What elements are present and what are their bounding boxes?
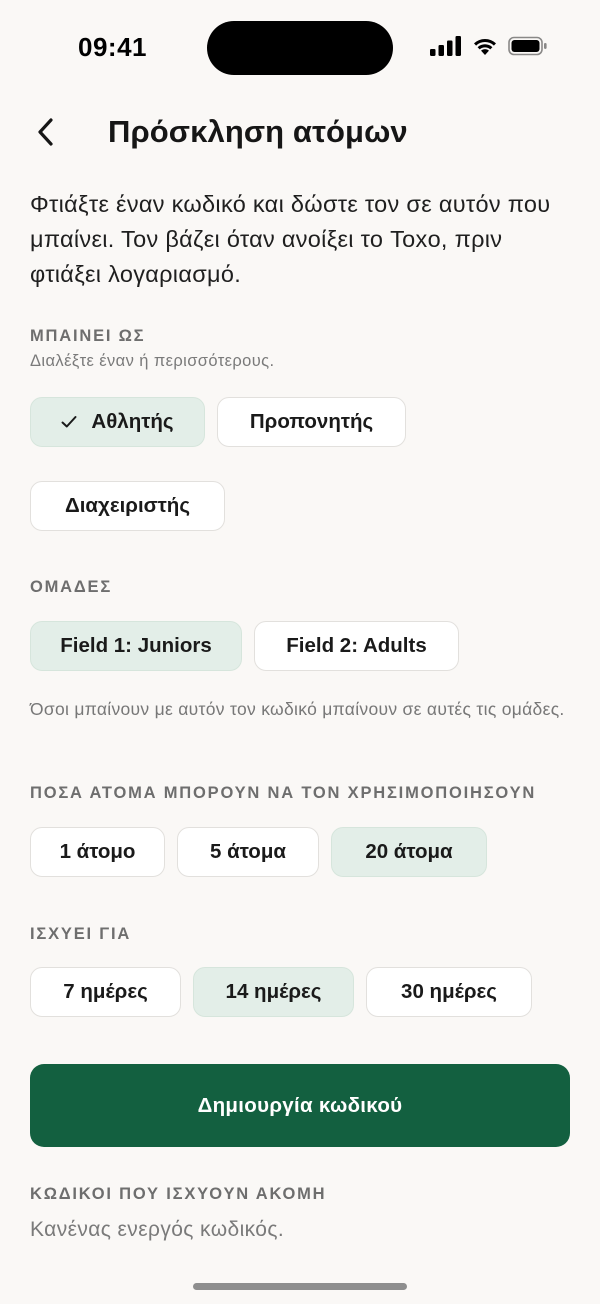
uses-chip-label: 5 άτομα [210,840,286,863]
battery-icon [508,36,548,61]
uses-chip-1[interactable]: 1 άτομο [30,827,165,877]
invite-screen: 09:41 Πρόσκληση ατόμων Φτιάξτε έναν κωδι… [0,0,600,1304]
uses-chip-label: 1 άτομο [59,840,136,863]
uses-chip-label: 20 άτομα [365,840,453,863]
roles-hint: Διαλέξτε έναν ή περισσότερους. [30,352,275,370]
role-chip-admin[interactable]: Διαχειριστής [30,481,225,531]
team-chip-label: Field 1: Juniors [60,634,212,657]
team-chip-adults[interactable]: Field 2: Adults [254,621,459,671]
validity-chip-label: 14 ημέρες [225,980,322,1003]
create-code-button-label: Δημιουργία κωδικού [197,1093,403,1117]
team-chip-label: Field 2: Adults [286,634,427,657]
role-chip-label: Διαχειριστής [65,494,190,517]
active-codes-label: ΚΩΔΙΚΟΙ ΠΟΥ ΙΣΧΥΟΥΝ ΑΚΟΜΗ [30,1185,327,1203]
teams-note: Όσοι μπαίνουν με αυτόν τον κωδικό μπαίνο… [30,699,565,719]
uses-chip-20[interactable]: 20 άτομα [331,827,487,877]
role-chip-athlete[interactable]: Αθλητής [30,397,205,447]
role-chip-coach[interactable]: Προπονητής [217,397,406,447]
home-indicator [193,1283,407,1290]
wifi-icon [472,36,498,61]
back-button[interactable] [26,114,66,154]
uses-chip-5[interactable]: 5 άτομα [177,827,319,877]
validity-chip-14[interactable]: 14 ημέρες [193,967,354,1017]
check-icon [61,415,77,429]
role-chip-label: Αθλητής [91,410,174,433]
roles-label: ΜΠΑΙΝΕΙ ΩΣ [30,327,146,345]
cellular-signal-icon [430,36,462,61]
dynamic-island [207,21,393,75]
team-chip-juniors[interactable]: Field 1: Juniors [30,621,242,671]
uses-label: ΠΟΣΑ ΑΤΟΜΑ ΜΠΟΡΟΥΝ ΝΑ ΤΟΝ ΧΡΗΣΙΜΟΠΟΙΗΣΟΥ… [30,784,537,802]
intro-text: Φτιάξτε έναν κωδικό και δώστε τον σε αυτ… [30,191,551,287]
validity-chip-30[interactable]: 30 ημέρες [366,967,532,1017]
page-title: Πρόσκληση ατόμων [108,114,408,149]
role-chip-label: Προπονητής [249,410,374,433]
active-codes-empty: Κανένας ενεργός κωδικός. [30,1218,285,1241]
validity-chip-7[interactable]: 7 ημέρες [30,967,181,1017]
status-time: 09:41 [78,32,147,62]
teams-label: ΟΜΑΔΕΣ [30,578,113,596]
validity-label: ΙΣΧΥΕΙ ΓΙΑ [30,925,132,943]
status-icons [430,36,548,61]
validity-chip-label: 30 ημέρες [401,980,497,1003]
validity-chip-label: 7 ημέρες [63,980,148,1003]
create-code-button[interactable]: Δημιουργία κωδικού [30,1064,570,1147]
chevron-left-icon [35,117,57,152]
